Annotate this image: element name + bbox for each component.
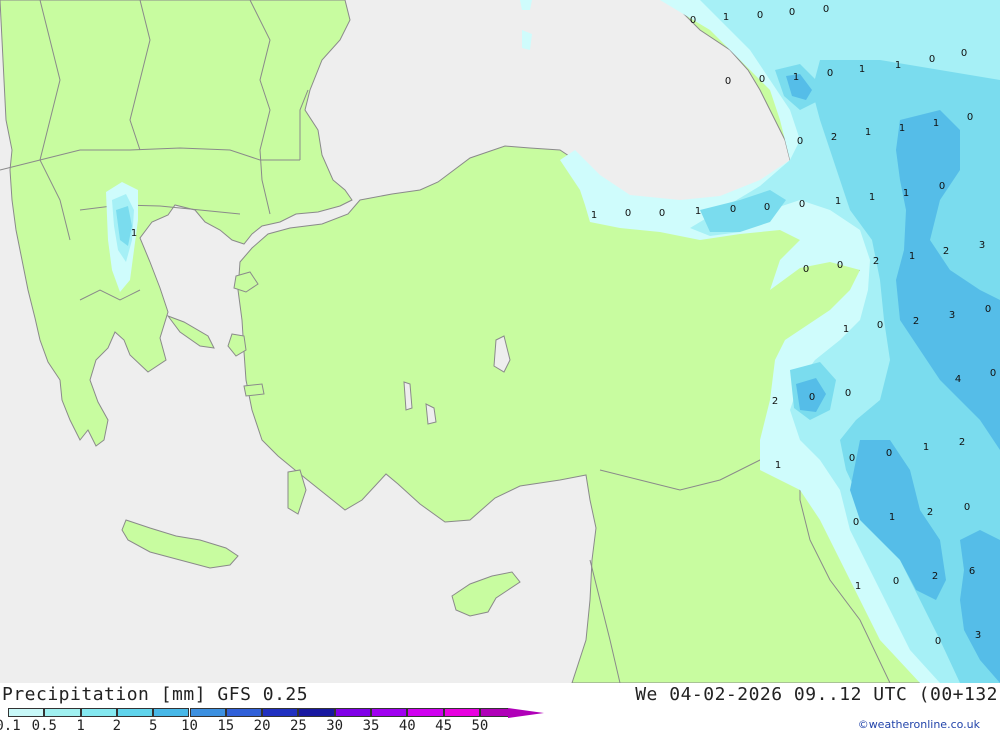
map-title: Precipitation [mm] GFS 0.25 [2,684,309,705]
precip-value-label: 0 [990,368,996,379]
precip-value-label: 0 [730,204,736,215]
precip-value-label: 2 [873,256,879,267]
precip-value-label: 0 [757,10,763,21]
legend-bin [262,708,299,717]
legend-label: 0.5 [31,718,57,734]
precip-value-label: 1 [889,512,895,523]
precip-value-label: 0 [877,320,883,331]
precip-value-label: 0 [764,202,770,213]
legend-bin [80,708,117,717]
precip-value-label: 1 [899,123,905,134]
legend-label: 40 [398,718,416,734]
precip-value-label: 0 [845,388,851,399]
legend-label: 35 [362,718,380,734]
precip-value-label: 2 [932,571,938,582]
legend-bin [8,708,45,717]
precip-value-label: 3 [949,310,955,321]
legend-arrow [508,708,545,718]
precip-value-label: 4 [955,374,961,385]
precip-value-label: 2 [831,132,837,143]
legend-bin [189,708,226,717]
legend-bin [153,708,190,717]
precip-value-label: 0 [799,199,805,210]
legend-label: 0.1 [0,718,21,734]
precip-value-label: 0 [789,7,795,18]
legend-bin [334,708,371,717]
precip-value-label: 0 [725,76,731,87]
legend-bin [298,708,335,717]
legend-label: 15 [217,718,235,734]
legend-bin [225,708,263,717]
precip-value-label: 0 [625,208,631,219]
precip-value-label: 1 [933,118,939,129]
precip-value-label: 2 [772,396,778,407]
legend-label: 10 [181,718,198,734]
precip-value-label: 1 [695,206,701,217]
legend-label: 1 [76,718,85,734]
map-canvas: 0 1 0 0 0 0 0 1 0 1 1 0 0 2 0 1 1 1 0 1 0 0 1 0 0 0 1 1 1 0 0 0 2 1 2 3 2 3 0 1… [0,0,1000,684]
precip-value-label: 0 [886,448,892,459]
precip-value-label: 1 [909,251,915,262]
precip-value-label: 0 [961,48,967,59]
precip-value-label: 3 [979,240,985,251]
legend-label: 25 [289,718,307,734]
legend-bin [371,708,408,717]
legend-bin [116,708,154,717]
precip-value-label: 1 [775,460,781,471]
precip-value-label: 0 [837,260,843,271]
precip-value-label: 0 [803,264,809,275]
precip-area-light [520,0,532,10]
precip-value-label: 0 [853,517,859,528]
precip-value-label: 0 [964,502,970,513]
precip-value-label: 1 [843,324,849,335]
precip-value-label: 0 [939,181,945,192]
precip-value-label: 2 [959,437,965,448]
precip-value-label: 0 [967,112,973,123]
precip-value-label: 0 [827,68,833,79]
precip-value-label: 1 [865,127,871,138]
land-samos [243,383,265,397]
legend-label: 5 [148,718,158,734]
precip-value-label: 2 [943,246,949,257]
legend-label: 45 [435,718,453,734]
precip-value-label: 0 [759,74,765,85]
legend-label: 50 [471,718,489,734]
legend-bin [407,708,444,717]
precip-value-label: 1 [793,72,799,83]
precip-value-label: 1 [903,188,909,199]
precip-value-label: 0 [849,453,855,464]
precip-value-label: 1 [591,210,597,221]
precip-value-label: 1 [869,192,875,203]
map-footer: Precipitation [mm] GFS 0.25 We 04-02-202… [0,683,1000,734]
credit-link[interactable]: ©weatheronline.co.uk [858,718,980,731]
legend-bin [443,708,480,717]
legend-bin [479,708,509,717]
legend-label: 2 [112,718,122,734]
legend-label: 30 [326,718,344,734]
precip-value-label: 0 [659,208,665,219]
precip-value-label: 2 [913,316,919,327]
precip-value-label: 1 [923,442,929,453]
precip-value-label: 0 [823,4,829,15]
precip-value-label: 1 [723,12,729,23]
precip-value-label: 1 [859,64,865,75]
legend-label: 20 [253,718,271,734]
precip-value-label: 3 [975,630,981,641]
precip-value-label: 0 [690,15,696,26]
precip-value-label: 0 [809,392,815,403]
precip-value-label: 0 [929,54,935,65]
precip-value-label: 1 [895,60,901,71]
precip-value-label: 1 [131,228,137,239]
forecast-datetime: We 04-02-2026 09..12 UTC (00+132 [635,684,998,705]
precip-value-label: 1 [835,196,841,207]
precip-value-label: 6 [969,566,975,577]
precip-value-label: 2 [927,507,933,518]
precip-value-label: 1 [855,581,861,592]
precipitation-map: 0 1 0 0 0 0 0 1 0 1 1 0 0 2 0 1 1 1 0 1 0 0 1 0 0 0 1 1 1 0 0 0 2 1 2 3 2 3 0 1… [0,0,1000,684]
precip-value-label: 0 [985,304,991,315]
legend-bin [44,708,81,717]
precip-value-label: 0 [935,636,941,647]
precip-value-label: 0 [893,576,899,587]
precip-value-label: 0 [797,136,803,147]
